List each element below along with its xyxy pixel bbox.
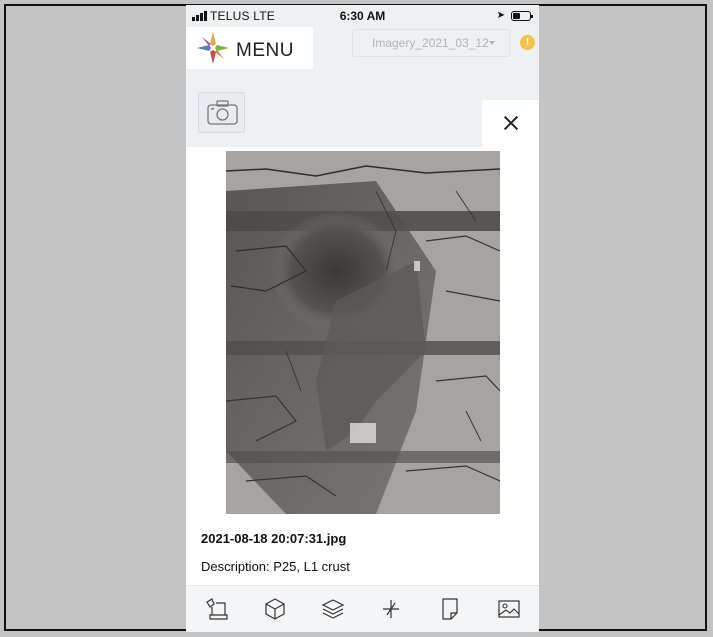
layers-icon[interactable]	[319, 595, 347, 623]
photo-panel: 2021-08-18 20:07:31.jpg Description: P25…	[186, 147, 539, 585]
menu-button[interactable]: MENU	[186, 27, 313, 69]
image-icon[interactable]	[495, 595, 523, 623]
photo-filename: 2021-08-18 20:07:31.jpg	[201, 531, 347, 546]
close-tab	[482, 100, 539, 147]
camera-button[interactable]	[198, 92, 245, 133]
status-bar: TELUS LTE 6:30 AM ➤	[186, 5, 539, 27]
field-photo[interactable]	[226, 151, 500, 514]
alert-badge[interactable]: !	[520, 35, 535, 50]
imagery-dropdown[interactable]: Imagery_2021_03_12	[352, 29, 510, 57]
bottom-toolbar	[186, 585, 539, 632]
camera-icon	[207, 100, 238, 125]
menu-label: MENU	[236, 40, 294, 61]
close-icon[interactable]	[501, 113, 521, 133]
phone-screen: TELUS LTE 6:30 AM ➤ MENU Imagery_2021_03…	[186, 5, 539, 632]
cube-icon[interactable]	[261, 595, 289, 623]
location-arrow-icon: ➤	[496, 10, 505, 21]
battery-icon	[511, 11, 533, 21]
mud-crust-image	[226, 151, 500, 514]
photo-description: Description: P25, L1 crust	[201, 559, 350, 574]
excavator-icon[interactable]	[203, 595, 231, 623]
document-icon[interactable]	[436, 595, 464, 623]
status-time: 6:30 AM	[339, 9, 386, 23]
app-logo-icon	[197, 32, 229, 64]
crosshair-icon[interactable]	[377, 595, 405, 623]
chevron-down-icon	[489, 41, 495, 45]
imagery-dropdown-value: Imagery_2021_03_12	[372, 36, 489, 50]
